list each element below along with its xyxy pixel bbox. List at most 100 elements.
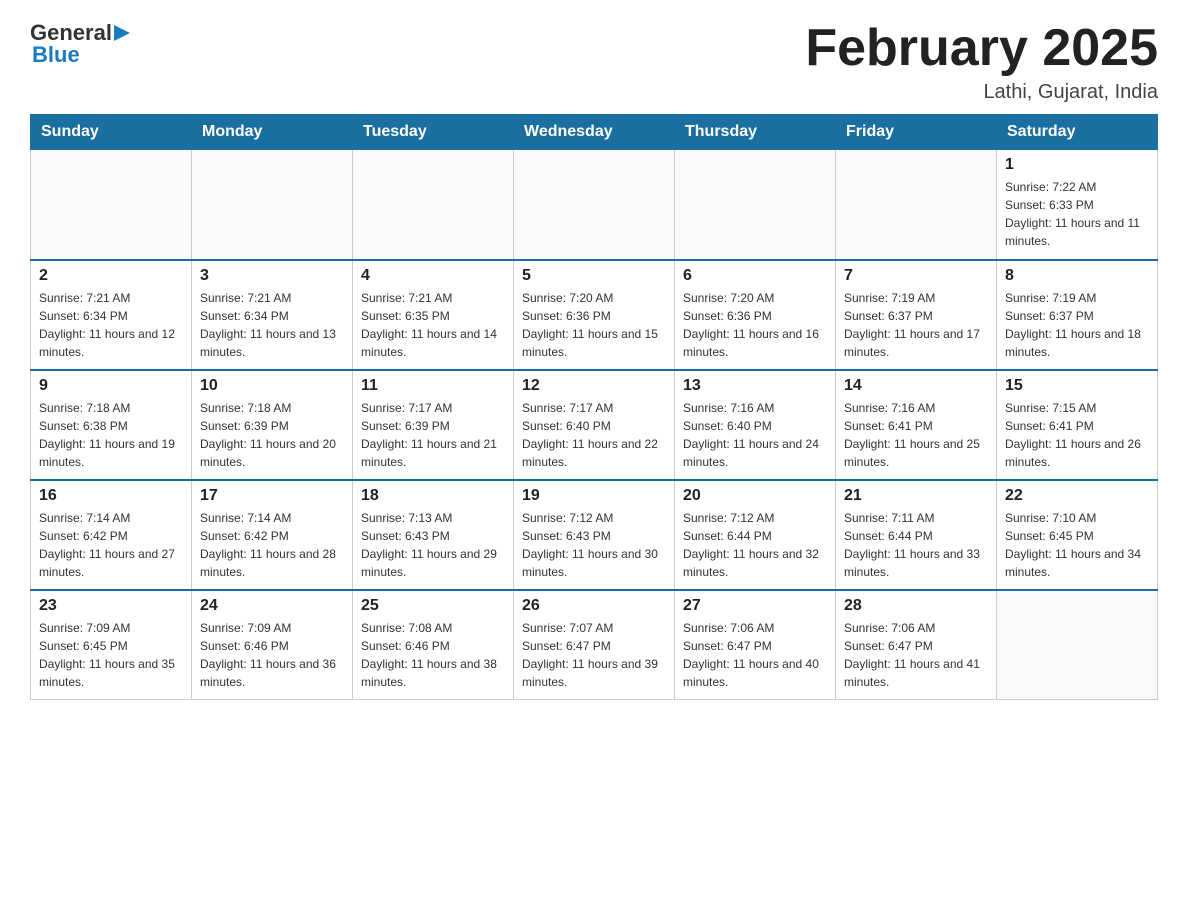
calendar-cell: 13 Sunrise: 7:16 AMSunset: 6:40 PMDayligh… (675, 370, 836, 480)
day-number: 26 (522, 597, 666, 615)
day-info: Sunrise: 7:13 AMSunset: 6:43 PMDaylight:… (361, 509, 505, 581)
calendar-week-row: 16 Sunrise: 7:14 AMSunset: 6:42 PMDayligh… (31, 480, 1158, 590)
calendar-cell: 5 Sunrise: 7:20 AMSunset: 6:36 PMDaylight… (514, 260, 675, 370)
day-number: 25 (361, 597, 505, 615)
day-number: 8 (1005, 267, 1149, 285)
day-number: 16 (39, 487, 183, 505)
day-number: 15 (1005, 377, 1149, 395)
day-info: Sunrise: 7:16 AMSunset: 6:41 PMDaylight:… (844, 399, 988, 471)
calendar-cell: 25 Sunrise: 7:08 AMSunset: 6:46 PMDayligh… (353, 590, 514, 700)
calendar-cell (192, 150, 353, 260)
calendar-cell: 15 Sunrise: 7:15 AMSunset: 6:41 PMDayligh… (997, 370, 1158, 480)
calendar-cell: 1 Sunrise: 7:22 AMSunset: 6:33 PMDaylight… (997, 150, 1158, 260)
calendar-cell: 14 Sunrise: 7:16 AMSunset: 6:41 PMDayligh… (836, 370, 997, 480)
day-number: 23 (39, 597, 183, 615)
day-info: Sunrise: 7:18 AMSunset: 6:39 PMDaylight:… (200, 399, 344, 471)
day-info: Sunrise: 7:08 AMSunset: 6:46 PMDaylight:… (361, 619, 505, 691)
day-info: Sunrise: 7:22 AMSunset: 6:33 PMDaylight:… (1005, 178, 1149, 250)
day-info: Sunrise: 7:17 AMSunset: 6:40 PMDaylight:… (522, 399, 666, 471)
calendar-cell (353, 150, 514, 260)
weekday-header-row: SundayMondayTuesdayWednesdayThursdayFrid… (31, 115, 1158, 150)
calendar-cell: 9 Sunrise: 7:18 AMSunset: 6:38 PMDaylight… (31, 370, 192, 480)
day-info: Sunrise: 7:19 AMSunset: 6:37 PMDaylight:… (1005, 289, 1149, 361)
day-number: 27 (683, 597, 827, 615)
day-info: Sunrise: 7:15 AMSunset: 6:41 PMDaylight:… (1005, 399, 1149, 471)
day-info: Sunrise: 7:12 AMSunset: 6:44 PMDaylight:… (683, 509, 827, 581)
weekday-header-thursday: Thursday (675, 115, 836, 150)
day-info: Sunrise: 7:17 AMSunset: 6:39 PMDaylight:… (361, 399, 505, 471)
day-info: Sunrise: 7:21 AMSunset: 6:34 PMDaylight:… (39, 289, 183, 361)
day-info: Sunrise: 7:20 AMSunset: 6:36 PMDaylight:… (683, 289, 827, 361)
day-number: 24 (200, 597, 344, 615)
calendar-cell: 28 Sunrise: 7:06 AMSunset: 6:47 PMDayligh… (836, 590, 997, 700)
day-info: Sunrise: 7:11 AMSunset: 6:44 PMDaylight:… (844, 509, 988, 581)
calendar-cell: 12Sunrise: 7:17 AMSunset: 6:40 PMDayligh… (514, 370, 675, 480)
page-header: General Blue February 2025 Lathi, Gujara… (30, 20, 1158, 104)
day-info: Sunrise: 7:21 AMSunset: 6:34 PMDaylight:… (200, 289, 344, 361)
logo-arrow-icon (114, 25, 130, 41)
calendar-week-row: 2Sunrise: 7:21 AMSunset: 6:34 PMDaylight… (31, 260, 1158, 370)
day-number: 14 (844, 377, 988, 395)
calendar-cell: 11 Sunrise: 7:17 AMSunset: 6:39 PMDayligh… (353, 370, 514, 480)
calendar-subtitle: Lathi, Gujarat, India (805, 81, 1158, 104)
day-info: Sunrise: 7:10 AMSunset: 6:45 PMDaylight:… (1005, 509, 1149, 581)
day-number: 20 (683, 487, 827, 505)
calendar-cell: 22 Sunrise: 7:10 AMSunset: 6:45 PMDayligh… (997, 480, 1158, 590)
day-info: Sunrise: 7:14 AMSunset: 6:42 PMDaylight:… (39, 509, 183, 581)
day-info: Sunrise: 7:19 AMSunset: 6:37 PMDaylight:… (844, 289, 988, 361)
calendar-cell: 20 Sunrise: 7:12 AMSunset: 6:44 PMDayligh… (675, 480, 836, 590)
day-number: 11 (361, 377, 505, 395)
calendar-cell: 4Sunrise: 7:21 AMSunset: 6:35 PMDaylight… (353, 260, 514, 370)
day-info: Sunrise: 7:09 AMSunset: 6:46 PMDaylight:… (200, 619, 344, 691)
calendar-week-row: 1 Sunrise: 7:22 AMSunset: 6:33 PMDaylight… (31, 150, 1158, 260)
calendar-cell: 16 Sunrise: 7:14 AMSunset: 6:42 PMDayligh… (31, 480, 192, 590)
day-number: 22 (1005, 487, 1149, 505)
day-info: Sunrise: 7:14 AMSunset: 6:42 PMDaylight:… (200, 509, 344, 581)
day-info: Sunrise: 7:07 AMSunset: 6:47 PMDaylight:… (522, 619, 666, 691)
day-number: 10 (200, 377, 344, 395)
calendar-cell (997, 590, 1158, 700)
calendar-cell (836, 150, 997, 260)
weekday-header-monday: Monday (192, 115, 353, 150)
calendar-cell: 24 Sunrise: 7:09 AMSunset: 6:46 PMDayligh… (192, 590, 353, 700)
day-number: 28 (844, 597, 988, 615)
day-info: Sunrise: 7:20 AMSunset: 6:36 PMDaylight:… (522, 289, 666, 361)
day-info: Sunrise: 7:18 AMSunset: 6:38 PMDaylight:… (39, 399, 183, 471)
calendar-cell: 21 Sunrise: 7:11 AMSunset: 6:44 PMDayligh… (836, 480, 997, 590)
calendar-cell: 27Sunrise: 7:06 AMSunset: 6:47 PMDayligh… (675, 590, 836, 700)
calendar-cell: 10 Sunrise: 7:18 AMSunset: 6:39 PMDayligh… (192, 370, 353, 480)
calendar-table: SundayMondayTuesdayWednesdayThursdayFrid… (30, 114, 1158, 700)
weekday-header-tuesday: Tuesday (353, 115, 514, 150)
day-number: 9 (39, 377, 183, 395)
day-number: 3 (200, 267, 344, 285)
calendar-cell: 18 Sunrise: 7:13 AMSunset: 6:43 PMDayligh… (353, 480, 514, 590)
day-number: 13 (683, 377, 827, 395)
calendar-cell: 7 Sunrise: 7:19 AMSunset: 6:37 PMDaylight… (836, 260, 997, 370)
day-number: 19 (522, 487, 666, 505)
calendar-cell: 3 Sunrise: 7:21 AMSunset: 6:34 PMDaylight… (192, 260, 353, 370)
logo-blue: Blue (32, 42, 130, 68)
title-section: February 2025 Lathi, Gujarat, India (805, 20, 1158, 104)
weekday-header-sunday: Sunday (31, 115, 192, 150)
weekday-header-wednesday: Wednesday (514, 115, 675, 150)
day-info: Sunrise: 7:09 AMSunset: 6:45 PMDaylight:… (39, 619, 183, 691)
calendar-cell: 8 Sunrise: 7:19 AMSunset: 6:37 PMDaylight… (997, 260, 1158, 370)
calendar-cell: 26 Sunrise: 7:07 AMSunset: 6:47 PMDayligh… (514, 590, 675, 700)
day-number: 18 (361, 487, 505, 505)
day-number: 5 (522, 267, 666, 285)
day-number: 17 (200, 487, 344, 505)
calendar-cell: 17 Sunrise: 7:14 AMSunset: 6:42 PMDayligh… (192, 480, 353, 590)
day-info: Sunrise: 7:06 AMSunset: 6:47 PMDaylight:… (844, 619, 988, 691)
day-number: 1 (1005, 156, 1149, 174)
weekday-header-friday: Friday (836, 115, 997, 150)
day-number: 4 (361, 267, 505, 285)
day-number: 7 (844, 267, 988, 285)
calendar-title: February 2025 (805, 20, 1158, 77)
day-info: Sunrise: 7:12 AMSunset: 6:43 PMDaylight:… (522, 509, 666, 581)
day-info: Sunrise: 7:16 AMSunset: 6:40 PMDaylight:… (683, 399, 827, 471)
calendar-cell: 19 Sunrise: 7:12 AMSunset: 6:43 PMDayligh… (514, 480, 675, 590)
day-number: 21 (844, 487, 988, 505)
calendar-cell: 6Sunrise: 7:20 AMSunset: 6:36 PMDaylight… (675, 260, 836, 370)
logo: General Blue (30, 20, 130, 68)
calendar-week-row: 23 Sunrise: 7:09 AMSunset: 6:45 PMDayligh… (31, 590, 1158, 700)
